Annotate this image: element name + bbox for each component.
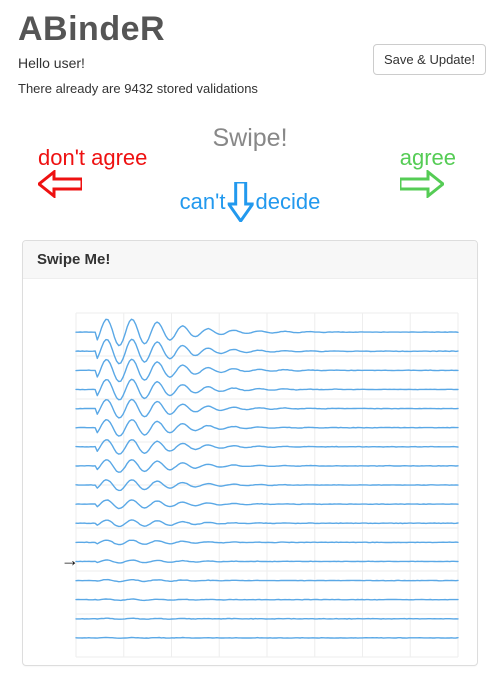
cant-decide-text-left: can't: [180, 189, 226, 215]
swipe-instructions: Swipe! don't agree agree can't decide: [18, 124, 482, 234]
arrow-left-icon: [38, 170, 82, 198]
cant-decide-label: can't decide: [180, 182, 321, 222]
swipe-card-body: →: [23, 279, 477, 665]
waveform-plot: [29, 283, 471, 663]
arrow-right-icon: [400, 170, 444, 198]
agree-label: agree: [400, 146, 456, 198]
validations-suffix: stored validations: [153, 81, 258, 96]
arrow-down-icon: [227, 182, 253, 222]
validations-count: 9432: [124, 81, 153, 96]
cant-decide-text-right: decide: [255, 189, 320, 215]
dont-agree-text: don't agree: [38, 145, 147, 170]
swipe-card-title: Swipe Me!: [23, 241, 477, 279]
dont-agree-label: don't agree: [38, 146, 147, 198]
save-update-button[interactable]: Save & Update!: [373, 44, 486, 75]
swipe-heading: Swipe!: [212, 124, 287, 153]
validations-prefix: There already are: [18, 81, 124, 96]
agree-text: agree: [400, 145, 456, 170]
validations-line: There already are 9432 stored validation…: [18, 81, 482, 96]
swipe-card[interactable]: Swipe Me! →: [22, 240, 478, 666]
